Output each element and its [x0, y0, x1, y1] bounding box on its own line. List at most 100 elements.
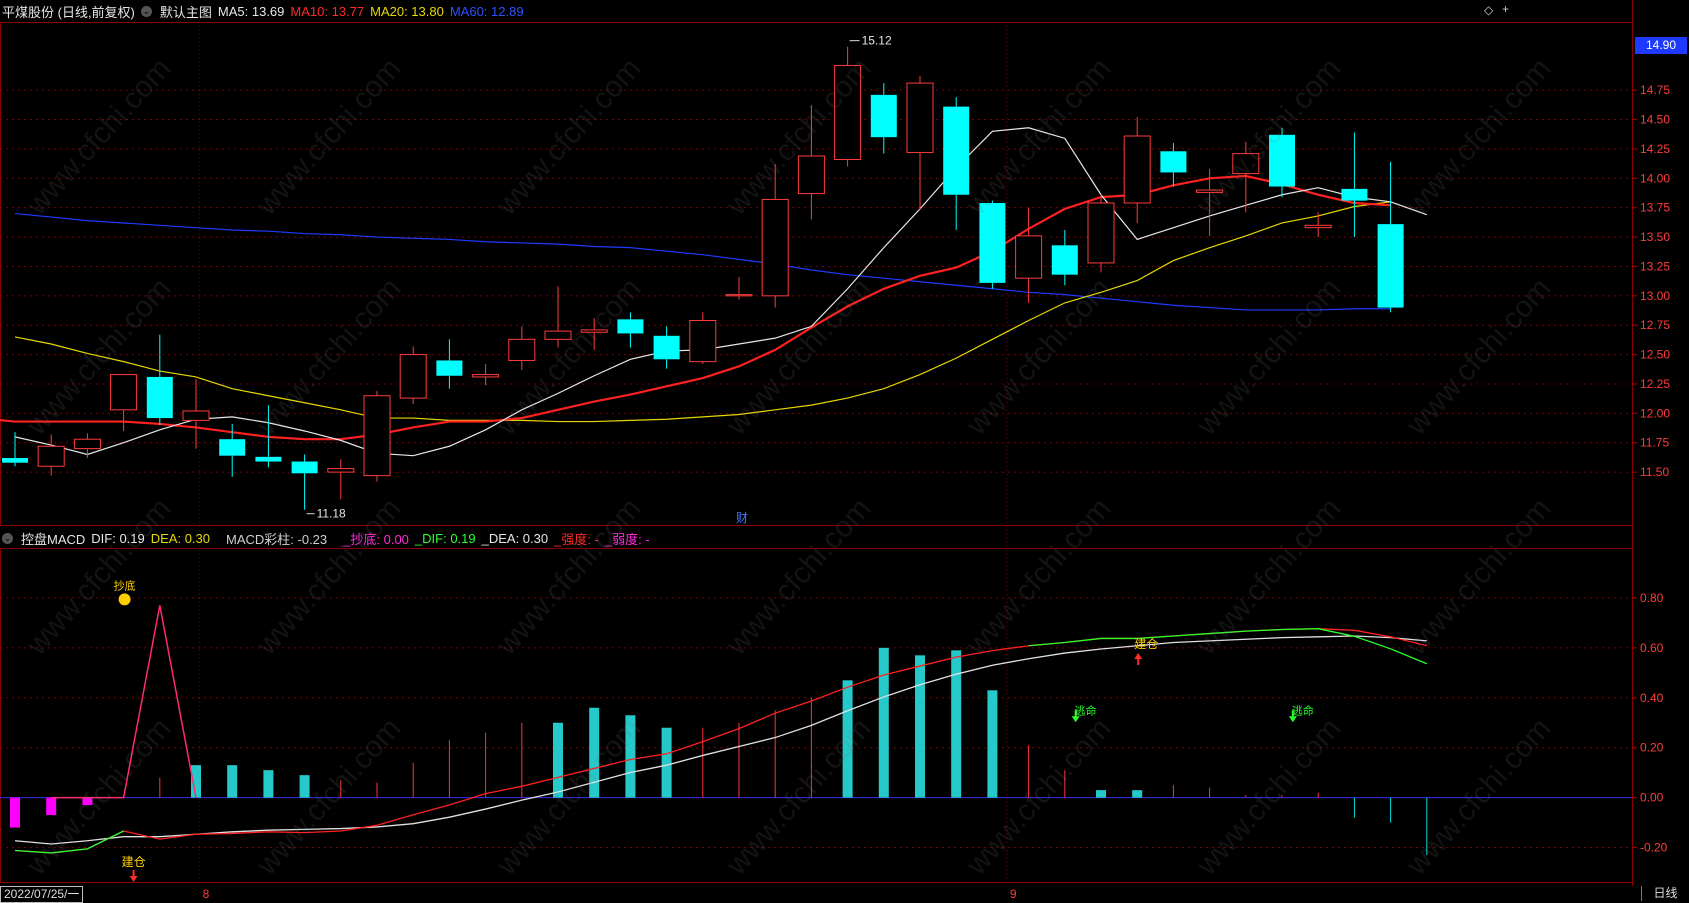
- candle-down: [653, 326, 680, 369]
- macd-tick-label: 0.00: [1640, 791, 1664, 805]
- tab-daily[interactable]: 日线: [1641, 886, 1689, 901]
- candle-body: [399, 354, 427, 399]
- chaodi-spike-line: [51, 605, 197, 799]
- candle-body: [1341, 188, 1368, 201]
- jiancang-signal-label: 建仓: [122, 855, 146, 869]
- macd-bar-cyan: [553, 722, 563, 798]
- candle-up: [834, 46, 862, 167]
- candle-body: [182, 410, 210, 421]
- candle-body: [255, 456, 282, 462]
- macd-bar-cyan: [227, 765, 238, 798]
- candle-up: [689, 312, 717, 364]
- macd-bar-cyan: [951, 650, 962, 798]
- price-tick-label: 14.25: [1640, 142, 1670, 156]
- low-label: 11.18: [317, 507, 346, 521]
- price-tick-label: 12.75: [1640, 318, 1670, 332]
- candle-up: [73, 433, 101, 459]
- month-label: 9: [1010, 887, 1017, 901]
- template-name[interactable]: 默认主图: [160, 2, 212, 21]
- ma5-label: MA5: 13.69: [217, 3, 285, 19]
- candle-down: [943, 97, 970, 231]
- candle-up: [182, 379, 210, 449]
- dif2-label: _DIF: 0.19: [414, 530, 476, 546]
- candle-body: [1015, 235, 1043, 279]
- high-label: 15.12: [862, 34, 892, 48]
- candle-body: [219, 439, 246, 456]
- chart-canvas[interactable]: 14.75 14.50 14.25 14.00 13.75 13.50 13.25 13.00…: [0, 0, 1689, 902]
- month-label: 8: [203, 887, 210, 901]
- candle-down: [617, 312, 644, 348]
- candle-body: [580, 329, 608, 333]
- macd-tick-label: 0.40: [1640, 691, 1664, 705]
- price-tick-label: 13.00: [1640, 289, 1670, 303]
- diamond-icon[interactable]: ◇: [1484, 3, 1493, 17]
- main-chart-header: 平煤股份 (日线,前复权) ⌄ 默认主图 MA5: 13.69 MA10: 13…: [0, 0, 524, 22]
- escape-signal-label: 逃命: [1075, 703, 1097, 717]
- dea-label: DEA: 0.30: [150, 530, 211, 546]
- dif-label: DIF: 0.19: [91, 530, 145, 546]
- macd-tick-label: 0.80: [1640, 591, 1664, 605]
- ma20-label: MA20: 13.80: [370, 3, 444, 19]
- candle-body: [146, 376, 173, 419]
- macd-tick-label: 0.20: [1640, 741, 1664, 755]
- escape-signal-label: 逃命: [1292, 703, 1314, 717]
- candle-body: [1304, 224, 1332, 229]
- candle-up: [399, 346, 427, 404]
- candle-body: [1269, 134, 1295, 187]
- macd-bar-cyan: [625, 715, 636, 798]
- indicator-menu-icon[interactable]: ⌄: [2, 532, 13, 544]
- chaodi-signal-label: 抄底: [114, 578, 136, 592]
- candle-body: [725, 294, 753, 297]
- candle-body: [291, 461, 318, 474]
- settings-dot-icon[interactable]: ⌄: [140, 5, 152, 17]
- buy-arrow-icon: [1134, 653, 1143, 665]
- face-icon: [118, 593, 131, 606]
- candle-body: [870, 94, 897, 138]
- candle-up: [544, 286, 572, 348]
- macd-tick-label: 0.60: [1640, 641, 1664, 655]
- macd-bar-cyan: [661, 727, 672, 798]
- macd-bar-cyan: [987, 690, 998, 798]
- macd-bar-cyan: [1132, 790, 1143, 798]
- candle-up: [472, 363, 500, 386]
- candle-body: [110, 374, 138, 411]
- candle-body: [1051, 245, 1078, 275]
- candle-down: [436, 339, 463, 389]
- dif-weak-segment: [1028, 628, 1428, 665]
- ma10-line: [0, 174, 1391, 441]
- candle-body: [2, 458, 28, 463]
- macd-bar-cyan: [842, 680, 853, 798]
- ma20-line: [14, 201, 1391, 423]
- stock-title[interactable]: 平煤股份 (日线,前复权): [2, 2, 135, 21]
- dea-line: [14, 635, 1427, 845]
- candle-down: [291, 454, 318, 510]
- candle-up: [580, 318, 608, 350]
- macd-bar-negative: [46, 797, 57, 816]
- candle-body: [906, 82, 934, 153]
- candle-down: [2, 432, 28, 467]
- candle-body: [834, 64, 862, 161]
- candle-body: [1087, 202, 1115, 264]
- qiangdu-label: _强度: -: [554, 531, 599, 547]
- macd-bar-cyan: [1096, 790, 1106, 798]
- plus-icon[interactable]: +: [1502, 2, 1509, 16]
- candle-down: [146, 334, 173, 426]
- candle-up: [1196, 168, 1224, 236]
- macd-bar-cyan: [878, 647, 889, 798]
- candle-body: [436, 360, 463, 376]
- ma60-label: MA60: 12.89: [449, 3, 524, 19]
- date-cursor-label: 2022/07/25/一: [0, 886, 84, 903]
- candle-down: [870, 83, 897, 154]
- candle-body: [327, 468, 355, 473]
- candle-body: [1160, 151, 1187, 173]
- candle-up: [327, 459, 355, 500]
- candle-body: [37, 445, 65, 467]
- price-tick-label: 13.50: [1640, 230, 1670, 244]
- indicator-name[interactable]: 控盘MACD: [21, 529, 85, 548]
- macd-bar-negative: [10, 797, 20, 828]
- candle-body: [544, 330, 572, 340]
- price-tick-label: 12.50: [1640, 348, 1670, 362]
- candle-body: [979, 202, 1006, 283]
- macd-bar-label: MACD彩柱: -0.23: [226, 531, 328, 547]
- financial-report-marker: 财: [736, 511, 748, 525]
